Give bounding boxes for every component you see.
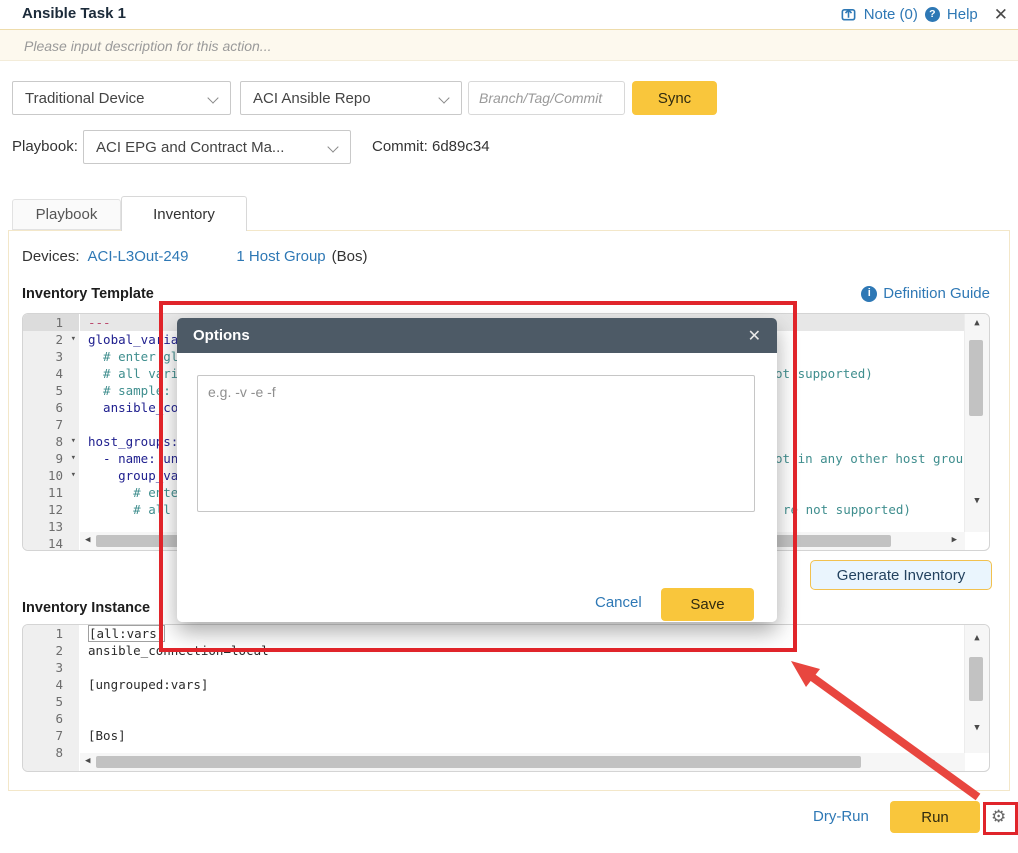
fold-arrow-icon[interactable]: ▾ [71, 433, 76, 450]
code-line[interactable] [80, 710, 989, 727]
ansible-task-window: Ansible Task 1 Note (0) ? Help ✕ Traditi… [0, 0, 1018, 853]
description-row [0, 30, 1018, 61]
scrollbar-thumb[interactable] [969, 340, 983, 416]
window-header: Ansible Task 1 Note (0) ? Help ✕ [0, 0, 1018, 30]
gutter-line-number: 7 [23, 727, 79, 744]
chevron-down-icon [438, 92, 449, 103]
gutter-line-number: 3 [23, 659, 79, 676]
editor-gutter: 12▾345678▾9▾10▾11121314 [23, 314, 79, 550]
code-line[interactable]: ansible_connection=local [80, 642, 989, 659]
editor-code[interactable]: [all:vars]ansible_connection=local [ungro… [80, 625, 989, 761]
code-line[interactable] [80, 659, 989, 676]
devices-row: Devices: ACI-L3Out-249 1 Host Group (Bos… [22, 248, 367, 265]
gutter-line-number: 11 [23, 484, 79, 501]
commit-text: Commit: 6d89c34 [372, 138, 490, 155]
save-button[interactable]: Save [661, 588, 754, 621]
device-type-value: Traditional Device [25, 90, 145, 107]
tab-inventory[interactable]: Inventory [121, 196, 247, 231]
gutter-line-number: 6 [23, 399, 79, 416]
cancel-button[interactable]: Cancel [595, 594, 642, 611]
help-icon[interactable]: ? [925, 7, 940, 22]
close-icon[interactable]: ✕ [994, 5, 1008, 25]
gutter-line-number: 10▾ [23, 467, 79, 484]
playbook-select[interactable]: ACI EPG and Contract Ma... [83, 130, 351, 164]
modal-header: Options ✕ [177, 318, 777, 353]
modal-title: Options [193, 327, 250, 344]
gear-icon[interactable]: ⚙ [991, 808, 1006, 825]
header-actions: Note (0) ? Help ✕ [840, 0, 1008, 29]
code-line[interactable] [80, 693, 989, 710]
devices-label: Devices: [22, 248, 80, 265]
vertical-scrollbar[interactable]: ▲ ▼ [964, 625, 989, 753]
gutter-line-number: 13 [23, 518, 79, 535]
code-line[interactable]: [all:vars] [80, 625, 989, 642]
gutter-line-number: 1 [23, 625, 79, 642]
device-link[interactable]: ACI-L3Out-249 [88, 248, 189, 265]
definition-guide[interactable]: i Definition Guide [861, 285, 990, 302]
repo-value: ACI Ansible Repo [253, 90, 371, 107]
playbook-value: ACI EPG and Contract Ma... [96, 139, 284, 156]
gutter-line-number: 5 [23, 693, 79, 710]
generate-inventory-button[interactable]: Generate Inventory [810, 560, 992, 590]
sync-button[interactable]: Sync [632, 81, 717, 115]
note-link[interactable]: Note (0) [864, 6, 918, 23]
gutter-line-number: 14 [23, 535, 79, 551]
device-type-select[interactable]: Traditional Device [12, 81, 231, 115]
modal-close-icon[interactable]: ✕ [748, 326, 761, 346]
editor-gutter: 12345678 [23, 625, 79, 771]
gutter-line-number: 5 [23, 382, 79, 399]
vertical-scrollbar[interactable]: ▲ ▼ [964, 314, 989, 532]
fold-arrow-icon[interactable]: ▾ [71, 450, 76, 467]
scroll-up-icon[interactable]: ▲ [965, 318, 989, 328]
host-group-note: (Bos) [332, 248, 368, 265]
gutter-line-number: 4 [23, 676, 79, 693]
tab-playbook[interactable]: Playbook [12, 199, 121, 230]
playbook-label: Playbook: [12, 138, 78, 155]
fold-arrow-icon[interactable]: ▾ [71, 467, 76, 484]
gutter-line-number: 12 [23, 501, 79, 518]
horizontal-scrollbar[interactable]: ◀ ▶ [80, 753, 965, 771]
host-group-link[interactable]: 1 Host Group [236, 248, 325, 265]
repo-select[interactable]: ACI Ansible Repo [240, 81, 462, 115]
chevron-down-icon [207, 92, 218, 103]
inventory-template-title: Inventory Template [22, 286, 154, 302]
info-icon: i [861, 286, 877, 302]
gutter-line-number: 4 [23, 365, 79, 382]
gutter-line-number: 9▾ [23, 450, 79, 467]
code-line[interactable]: [Bos] [80, 727, 989, 744]
run-button[interactable]: Run [890, 801, 980, 833]
scrollbar-thumb[interactable] [969, 657, 983, 701]
definition-guide-link[interactable]: Definition Guide [883, 285, 990, 302]
scroll-down-icon[interactable]: ▼ [965, 723, 989, 733]
modal-body: Cancel Save [177, 353, 777, 622]
scrollbar-thumb[interactable] [96, 756, 861, 768]
options-modal: Options ✕ Cancel Save [177, 318, 777, 622]
fold-arrow-icon[interactable]: ▾ [71, 331, 76, 348]
inventory-instance-title: Inventory Instance [22, 600, 150, 616]
branch-tag-commit-input[interactable] [468, 81, 625, 115]
scroll-right-icon[interactable]: ▶ [952, 535, 957, 545]
description-input[interactable] [22, 30, 926, 61]
scroll-left-icon[interactable]: ◀ [85, 535, 90, 545]
gutter-line-number: 8 [23, 744, 79, 761]
options-textarea[interactable] [197, 375, 755, 512]
gutter-line-number: 7 [23, 416, 79, 433]
gutter-line-number: 3 [23, 348, 79, 365]
help-link[interactable]: Help [947, 6, 978, 23]
gutter-line-number: 8▾ [23, 433, 79, 450]
gutter-line-number: 2▾ [23, 331, 79, 348]
inventory-instance-editor[interactable]: 12345678 [all:vars]ansible_connection=lo… [22, 624, 990, 772]
chevron-down-icon [327, 141, 338, 152]
scroll-left-icon[interactable]: ◀ [85, 756, 90, 766]
scroll-right-icon[interactable]: ▶ [930, 756, 935, 766]
gutter-line-number: 2 [23, 642, 79, 659]
scroll-up-icon[interactable]: ▲ [965, 633, 989, 643]
gutter-line-number: 1 [23, 314, 79, 331]
page-title: Ansible Task 1 [22, 5, 126, 22]
scroll-down-icon[interactable]: ▼ [965, 496, 989, 506]
note-icon[interactable] [840, 6, 857, 23]
gutter-line-number: 6 [23, 710, 79, 727]
dry-run-link[interactable]: Dry-Run [813, 808, 869, 825]
code-line[interactable]: [ungrouped:vars] [80, 676, 989, 693]
